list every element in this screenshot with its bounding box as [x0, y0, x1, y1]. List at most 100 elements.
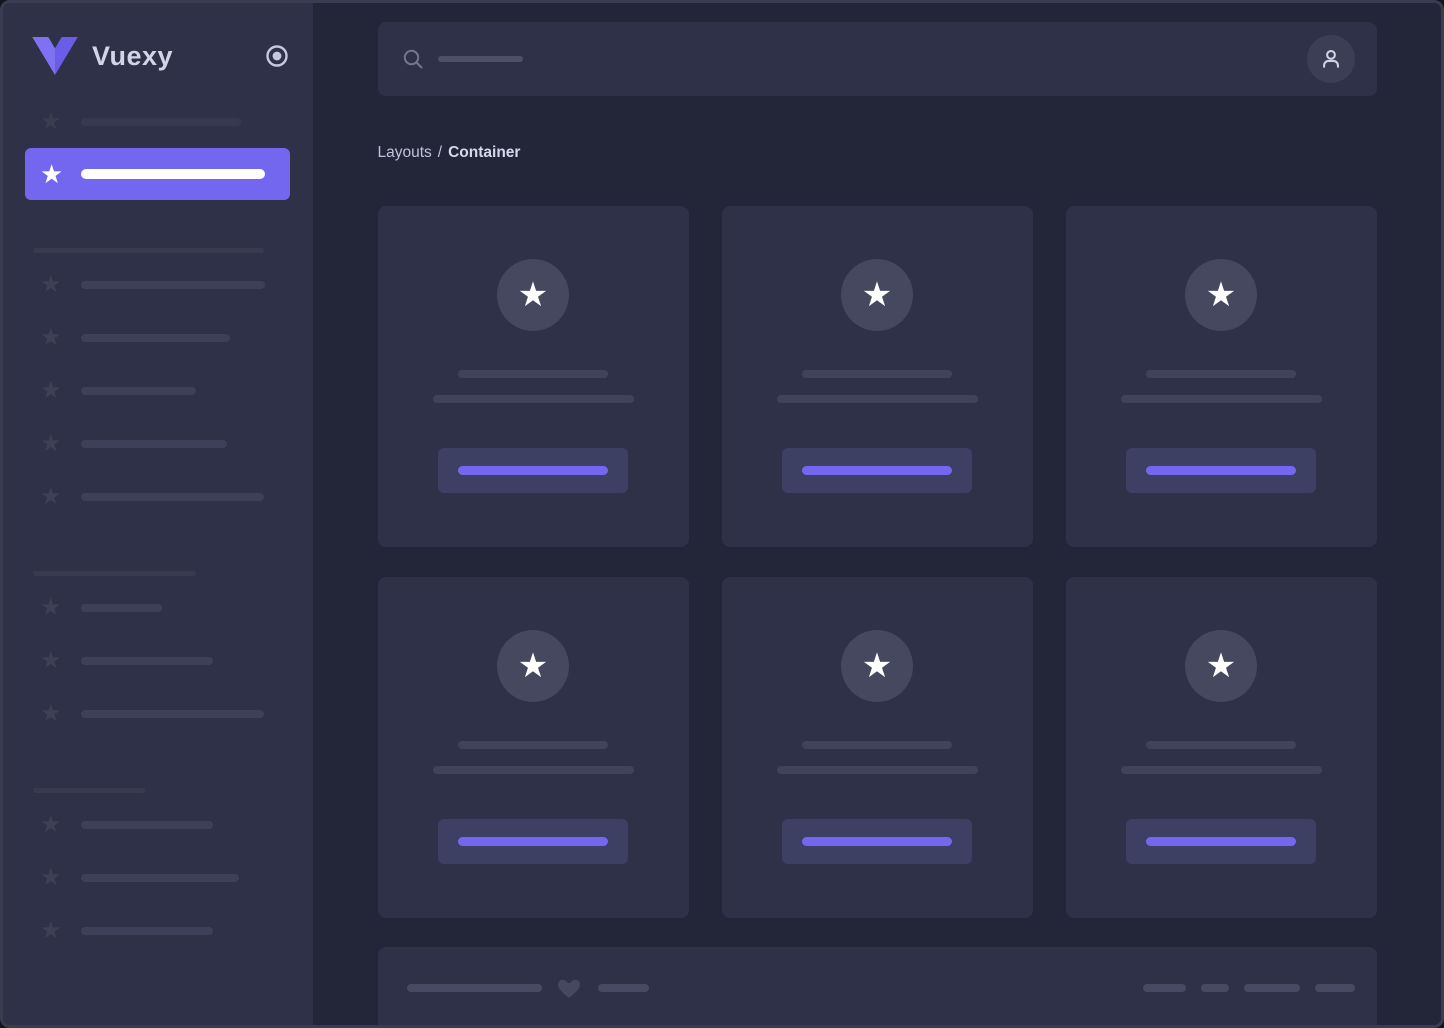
- content-card: ★: [721, 577, 1033, 918]
- star-icon: ★: [517, 276, 549, 314]
- star-icon: ★: [861, 276, 893, 314]
- breadcrumb-separator: /: [437, 144, 443, 161]
- sidebar: Vuexy ★ ★ ★ ★ ★ ★ ★ ★ ★ ★ ★ ★ ★: [3, 3, 313, 1025]
- logo-row[interactable]: Vuexy: [3, 3, 313, 75]
- content-card: ★: [721, 206, 1033, 547]
- content-card: ★: [377, 206, 689, 547]
- card-title-bar: [802, 741, 952, 749]
- sidebar-menu-item[interactable]: ★: [3, 417, 313, 470]
- card-title-bar: [458, 370, 608, 378]
- menu-item-label-bar: [81, 333, 230, 342]
- star-icon: ★: [1205, 276, 1237, 314]
- menu-item-label-bar: [81, 873, 239, 882]
- star-icon: ★: [40, 646, 62, 674]
- card-action-button[interactable]: [1126, 448, 1316, 493]
- person-icon: [1322, 49, 1339, 68]
- content-card: ★: [1065, 206, 1377, 547]
- vuexy-v-icon: [32, 37, 78, 75]
- card-title-bar: [1146, 370, 1296, 378]
- sidebar-menu-item[interactable]: ★: [3, 364, 313, 417]
- button-label-bar: [458, 837, 608, 846]
- menu-item-label-bar: [81, 603, 162, 612]
- sidebar-menu-item[interactable]: ★: [25, 148, 290, 200]
- app-window: Vuexy ★ ★ ★ ★ ★ ★ ★ ★ ★ ★ ★ ★ ★ Layouts …: [0, 0, 1444, 1028]
- button-label-bar: [802, 837, 952, 846]
- breadcrumb-parent-link[interactable]: Layouts: [378, 144, 432, 162]
- sidebar-menu-item[interactable]: ★: [3, 634, 313, 687]
- sidebar-menu-item[interactable]: ★: [3, 904, 313, 957]
- content-card: ★: [377, 577, 689, 918]
- card-action-button[interactable]: [782, 819, 972, 864]
- content-card: ★: [1065, 577, 1377, 918]
- footer-link-bar: [1314, 984, 1355, 992]
- footer-link-bar: [1142, 984, 1186, 992]
- star-icon: ★: [40, 107, 62, 135]
- menu-item-label-bar: [81, 709, 264, 718]
- sidebar-menu-item[interactable]: ★: [3, 581, 313, 634]
- button-label-bar: [802, 466, 952, 475]
- menu-item-label-bar: [81, 820, 213, 829]
- star-icon: ★: [1205, 647, 1237, 685]
- card-avatar: ★: [497, 259, 569, 331]
- footer-text-bar: [406, 984, 542, 992]
- card-avatar: ★: [841, 259, 913, 331]
- button-label-bar: [1146, 837, 1296, 846]
- sidebar-menu-item[interactable]: ★: [3, 687, 313, 740]
- content-container: Layouts / Container ★ ★ ★ ★ ★ ★: [377, 22, 1377, 1025]
- card-avatar: ★: [841, 630, 913, 702]
- sidebar-section-header-bar: [33, 248, 264, 253]
- card-action-button[interactable]: [1126, 819, 1316, 864]
- menu-item-label-bar: [81, 280, 265, 289]
- card-action-button[interactable]: [438, 819, 628, 864]
- cards-grid: ★ ★ ★ ★ ★ ★: [377, 206, 1377, 918]
- sidebar-menu-item[interactable]: ★: [3, 798, 313, 851]
- footer-link-bar: [1243, 984, 1300, 992]
- star-icon: ★: [40, 323, 62, 351]
- sidebar-menu-item[interactable]: ★: [3, 258, 313, 311]
- card-subtitle-bar: [432, 395, 634, 403]
- star-icon: ★: [40, 159, 64, 189]
- footer-links: [1142, 984, 1355, 992]
- star-icon: ★: [40, 863, 62, 891]
- card-subtitle-bar: [1120, 766, 1322, 774]
- star-icon: ★: [40, 429, 62, 457]
- sidebar-menu-item[interactable]: ★: [3, 95, 313, 148]
- footer-link-bar: [1200, 984, 1229, 992]
- star-icon: ★: [40, 593, 62, 621]
- sidebar-menu-item[interactable]: ★: [3, 470, 313, 523]
- card-action-button[interactable]: [782, 448, 972, 493]
- footer-bar: [377, 947, 1377, 1025]
- menu-item-label-bar: [81, 492, 264, 501]
- menu-item-label-bar: [81, 656, 213, 665]
- user-avatar[interactable]: [1306, 35, 1355, 83]
- radio-circle-icon[interactable]: [265, 44, 289, 68]
- menu-item-label-bar: [81, 117, 241, 126]
- sidebar-menu-item[interactable]: ★: [3, 851, 313, 904]
- heart-icon: [557, 979, 580, 998]
- menu-item-label-bar: [81, 439, 227, 448]
- star-icon: ★: [517, 647, 549, 685]
- card-title-bar: [1146, 741, 1296, 749]
- card-title-bar: [802, 370, 952, 378]
- card-subtitle-bar: [776, 766, 978, 774]
- sidebar-menu-item[interactable]: ★: [3, 311, 313, 364]
- sidebar-section-header-bar: [33, 571, 196, 576]
- sidebar-menu: ★ ★ ★ ★ ★ ★ ★ ★ ★ ★ ★ ★ ★: [3, 95, 313, 957]
- button-label-bar: [1146, 466, 1296, 475]
- search-input[interactable]: [377, 22, 1377, 96]
- card-action-button[interactable]: [438, 448, 628, 493]
- card-subtitle-bar: [1120, 395, 1322, 403]
- search-icon: [403, 49, 422, 69]
- menu-item-label-bar: [81, 169, 265, 179]
- card-subtitle-bar: [776, 395, 978, 403]
- star-icon: ★: [40, 916, 62, 944]
- main-area: Layouts / Container ★ ★ ★ ★ ★ ★: [313, 3, 1441, 1025]
- star-icon: ★: [40, 270, 62, 298]
- button-label-bar: [458, 466, 608, 475]
- card-title-bar: [458, 741, 608, 749]
- app-title: Vuexy: [92, 40, 174, 71]
- card-avatar: ★: [1185, 259, 1257, 331]
- card-subtitle-bar: [432, 766, 634, 774]
- menu-item-label-bar: [81, 926, 213, 935]
- menu-item-label-bar: [81, 386, 196, 395]
